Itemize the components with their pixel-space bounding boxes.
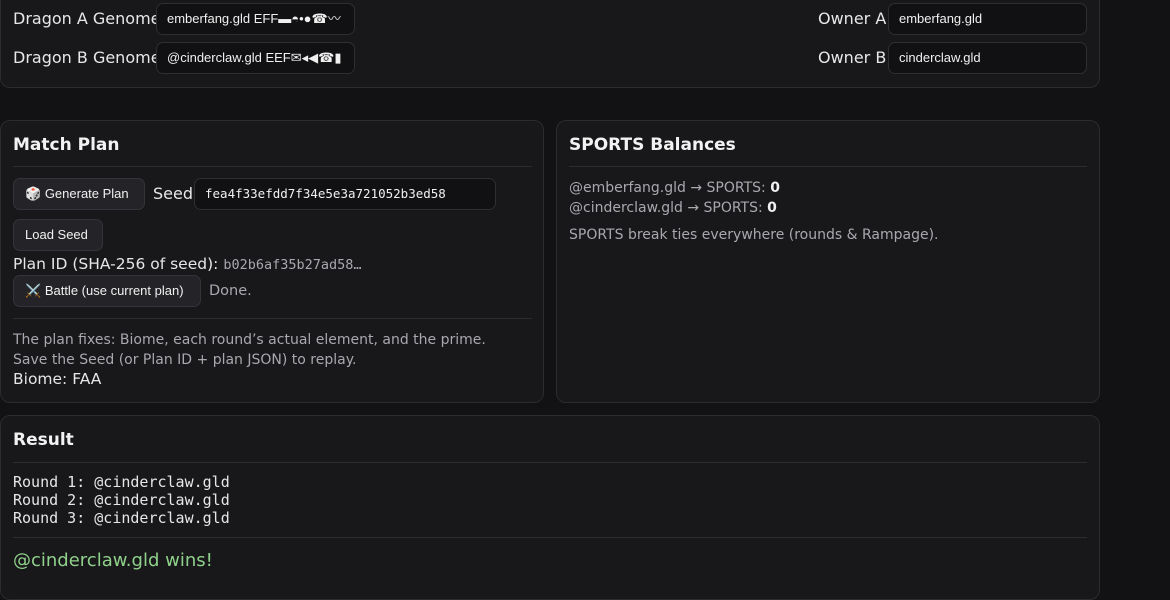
balance-owner: @cinderclaw.gld <box>569 200 683 216</box>
round-result: Round 2: @cinderclaw.gld <box>13 491 230 509</box>
balance-value: 0 <box>770 180 780 196</box>
seed-label: Seed <box>153 184 193 203</box>
sports-balances-divider <box>569 166 1087 167</box>
owner-a-input[interactable]: emberfang.gld <box>888 3 1087 35</box>
biome-value: Biome: FAA <box>13 370 102 388</box>
result-title: Result <box>13 430 74 450</box>
dice-icon: 🎲 <box>25 186 42 201</box>
dragon-b-genome-label: Dragon B Genome <box>13 48 161 67</box>
generate-plan-label: Generate Plan <box>44 186 129 201</box>
plan-id-row: Plan ID (SHA-256 of seed): b02b6af35b27a… <box>13 255 361 273</box>
result-divider <box>13 462 1087 463</box>
round-result: Round 1: @cinderclaw.gld <box>13 473 230 491</box>
balance-row: @cinderclaw.gld → SPORTS: 0 <box>569 200 777 216</box>
balance-value: 0 <box>767 200 777 216</box>
sports-balances-title: SPORTS Balances <box>569 135 736 155</box>
sports-balances-panel <box>556 120 1100 403</box>
balance-owner: @emberfang.gld <box>569 180 686 196</box>
plan-id-value: b02b6af35b27ad58… <box>223 257 362 273</box>
battle-button[interactable]: ⚔️ Battle (use current plan) <box>13 275 201 307</box>
plan-note: The plan fixes: Biome, each round’s actu… <box>13 332 486 368</box>
balance-row: @emberfang.gld → SPORTS: 0 <box>569 180 780 196</box>
balance-arrow: → SPORTS: <box>687 200 763 216</box>
dragon-a-genome-label: Dragon A Genome <box>13 9 161 28</box>
balance-arrow: → SPORTS: <box>690 180 766 196</box>
match-plan-divider <box>13 166 532 167</box>
plan-id-label: Plan ID (SHA-256 of seed): <box>13 255 219 273</box>
dragon-b-genome-input[interactable]: @cinderclaw.gld EEF✉◂◀☎▮ <box>156 42 355 74</box>
winner-text: @cinderclaw.gld wins! <box>13 550 213 571</box>
load-seed-button[interactable]: Load Seed <box>13 219 103 251</box>
match-plan-title: Match Plan <box>13 135 120 155</box>
battle-label: Battle (use current plan) <box>44 283 184 298</box>
match-plan-divider-2 <box>13 318 532 319</box>
round-result: Round 3: @cinderclaw.gld <box>13 509 230 527</box>
seed-input[interactable]: fea4f33efdd7f34e5e3a721052b3ed58 <box>194 178 496 210</box>
crossed-swords-icon: ⚔️ <box>25 283 42 298</box>
owner-a-label: Owner A <box>818 9 887 28</box>
battle-status: Done. <box>209 283 252 299</box>
balances-note: SPORTS break ties everywhere (rounds & R… <box>569 227 939 243</box>
generate-plan-button[interactable]: 🎲 Generate Plan <box>13 178 145 210</box>
result-divider-2 <box>13 537 1087 538</box>
owner-b-label: Owner B <box>818 48 887 67</box>
owner-b-input[interactable]: cinderclaw.gld <box>888 42 1087 74</box>
dragon-a-genome-input[interactable]: emberfang.gld EFF▬◓•●☎〰 <box>156 3 355 35</box>
